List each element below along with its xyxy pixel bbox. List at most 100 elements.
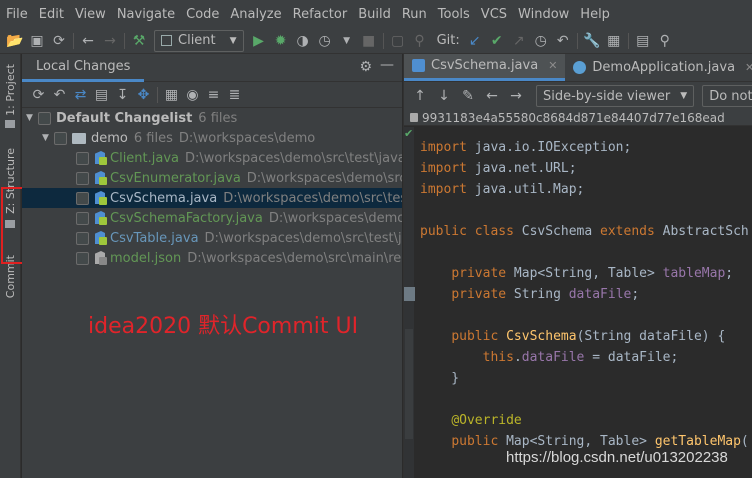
toolbar-divider bbox=[627, 32, 629, 49]
file-checkbox[interactable] bbox=[76, 231, 89, 245]
shelve-icon[interactable]: ↧ bbox=[112, 84, 133, 106]
show-eye-icon[interactable]: ◉ bbox=[182, 84, 203, 106]
file-row-csvtable[interactable]: CsvTable.java D:\workspaces\demo\src\tes… bbox=[22, 228, 402, 248]
project-structure-icon[interactable]: ▦ bbox=[603, 30, 625, 52]
search-everywhere-icon[interactable]: ⚲ bbox=[409, 30, 431, 52]
stop-icon[interactable]: ■ bbox=[358, 30, 380, 52]
menu-navigate[interactable]: Navigate bbox=[113, 7, 182, 22]
run-icon[interactable]: ▶ bbox=[248, 30, 270, 52]
menu-refactor[interactable]: Refactor bbox=[289, 7, 355, 22]
tool-tab-project[interactable]: 1: Project bbox=[0, 60, 21, 120]
local-changes-panel: Local Changes ⚙ — ⟳ ↶ ⇄ ▤ ↧ ✥ ▦ ◉ ≡ ≣ ▼ … bbox=[22, 54, 402, 478]
menu-vcs[interactable]: VCS bbox=[477, 7, 514, 22]
file-row-client[interactable]: Client.java D:\workspaces\demo\src\test\… bbox=[22, 148, 402, 168]
next-diff-icon[interactable]: ↓ bbox=[432, 85, 456, 107]
file-row-csvschema[interactable]: CsvSchema.java D:\workspaces\demo\src\te… bbox=[22, 188, 402, 208]
menu-build[interactable]: Build bbox=[354, 7, 398, 22]
refresh-icon[interactable]: ⟳ bbox=[28, 84, 49, 106]
viewer-mode-select[interactable]: Side-by-side viewer ▼ bbox=[536, 85, 695, 107]
code-area[interactable]: ✔ import java.io.IOException; import jav… bbox=[404, 127, 752, 478]
lock-icon bbox=[410, 113, 418, 122]
gear-icon[interactable]: ⚙ bbox=[359, 59, 372, 75]
move-icon[interactable]: ✥ bbox=[133, 84, 154, 106]
file-checkbox[interactable] bbox=[76, 191, 89, 205]
file-row-csvschemafactory[interactable]: CsvSchemaFactory.java D:\workspaces\demo… bbox=[22, 208, 402, 228]
spring-boot-icon bbox=[573, 60, 587, 74]
expand-all-icon[interactable]: ≡ bbox=[203, 84, 224, 106]
chevron-down-icon: ▼ bbox=[680, 91, 688, 101]
git-update-icon[interactable]: ↙ bbox=[464, 30, 486, 52]
file-name: CsvSchemaFactory.java bbox=[110, 210, 263, 226]
back-arrow-icon[interactable]: ← bbox=[77, 30, 99, 52]
code-line: public class CsvSchema extends AbstractS… bbox=[420, 224, 749, 239]
expand-arrow-icon[interactable]: ▼ bbox=[26, 113, 38, 123]
forward-arrow-icon[interactable]: → bbox=[99, 30, 121, 52]
folder-checkbox[interactable] bbox=[54, 131, 67, 145]
run-configuration-select[interactable]: Client ▼ bbox=[154, 29, 244, 52]
minimize-icon[interactable]: — bbox=[380, 57, 394, 73]
git-push-icon[interactable]: ↗ bbox=[508, 30, 530, 52]
changelist-count: 6 files bbox=[198, 110, 238, 126]
tab-demoapplication[interactable]: DemoApplication.java ✕ bbox=[565, 54, 752, 81]
more-run-chevron-icon[interactable]: ▼ bbox=[336, 30, 358, 52]
edit-pencil-icon[interactable]: ✎ bbox=[456, 85, 480, 107]
file-row-model-json[interactable]: model.json D:\workspaces\demo\src\main\r… bbox=[22, 248, 402, 268]
git-history-icon[interactable]: ◷ bbox=[530, 30, 552, 52]
git-label: Git: bbox=[436, 33, 460, 48]
file-name: model.json bbox=[110, 250, 182, 266]
debug-bug-icon[interactable]: ✹ bbox=[270, 30, 292, 52]
menu-code[interactable]: Code bbox=[182, 7, 226, 22]
tab-label: CsvSchema.java bbox=[431, 58, 539, 73]
changelist-icon[interactable]: ▤ bbox=[91, 84, 112, 106]
java-class-icon bbox=[412, 59, 425, 72]
diff-icon[interactable]: ⇄ bbox=[70, 84, 91, 106]
file-checkbox[interactable] bbox=[76, 211, 89, 225]
forward-arrow-icon[interactable]: → bbox=[504, 85, 528, 107]
back-arrow-icon[interactable]: ← bbox=[480, 85, 504, 107]
menu-file[interactable]: File bbox=[2, 7, 35, 22]
expand-arrow-icon[interactable]: ▼ bbox=[42, 133, 54, 143]
build-hammer-icon[interactable]: ⚒ bbox=[128, 30, 150, 52]
java-class-icon bbox=[94, 231, 107, 245]
presentation-icon[interactable]: ▤ bbox=[632, 30, 654, 52]
watermark: https://blog.csdn.net/u013202238 bbox=[506, 449, 728, 466]
git-commit-check-icon[interactable]: ✔ bbox=[486, 30, 508, 52]
settings-wrench-icon[interactable]: 🔧 bbox=[581, 30, 603, 52]
close-icon[interactable]: ✕ bbox=[745, 61, 752, 74]
folder-row[interactable]: ▼ demo 6 files D:\workspaces\demo bbox=[22, 128, 402, 148]
profile-icon[interactable]: ◷ bbox=[314, 30, 336, 52]
file-checkbox[interactable] bbox=[76, 251, 89, 265]
whitespace-select[interactable]: Do not bbox=[702, 85, 752, 107]
java-class-icon bbox=[94, 191, 107, 205]
rollback-icon[interactable]: ↶ bbox=[49, 84, 70, 106]
tab-local-changes[interactable]: Local Changes bbox=[22, 54, 145, 82]
file-checkbox[interactable] bbox=[76, 151, 89, 165]
panel-header: Local Changes ⚙ — bbox=[22, 54, 402, 82]
menu-edit[interactable]: Edit bbox=[35, 7, 71, 22]
search-icon[interactable]: ⚲ bbox=[654, 30, 676, 52]
menu-analyze[interactable]: Analyze bbox=[226, 7, 288, 22]
save-icon[interactable]: ▣ bbox=[26, 30, 48, 52]
close-icon[interactable]: ✕ bbox=[548, 59, 557, 72]
attach-icon[interactable]: ▢ bbox=[387, 30, 409, 52]
menu-help[interactable]: Help bbox=[576, 7, 617, 22]
menu-window[interactable]: Window bbox=[514, 7, 576, 22]
code-line: private Map<String, Table> tableMap; bbox=[451, 266, 734, 281]
file-checkbox[interactable] bbox=[76, 171, 89, 185]
file-row-csvenumerator[interactable]: CsvEnumerator.java D:\workspaces\demo\sr… bbox=[22, 168, 402, 188]
sync-icon[interactable]: ⟳ bbox=[48, 30, 70, 52]
tab-csvschema[interactable]: CsvSchema.java ✕ bbox=[404, 54, 566, 81]
changelist-checkbox[interactable] bbox=[38, 111, 51, 125]
git-rollback-icon[interactable]: ↶ bbox=[552, 30, 574, 52]
menu-tools[interactable]: Tools bbox=[434, 7, 477, 22]
previous-diff-icon[interactable]: ↑ bbox=[408, 85, 432, 107]
menu-run[interactable]: Run bbox=[398, 7, 434, 22]
menu-view[interactable]: View bbox=[71, 7, 113, 22]
open-folder-icon[interactable]: 📂 bbox=[4, 30, 26, 52]
group-by-icon[interactable]: ▦ bbox=[161, 84, 182, 106]
coverage-icon[interactable]: ◑ bbox=[292, 30, 314, 52]
changelist-name: Default Changelist bbox=[56, 110, 193, 126]
changelist-row[interactable]: ▼ Default Changelist 6 files bbox=[22, 108, 402, 128]
collapse-all-icon[interactable]: ≣ bbox=[224, 84, 245, 106]
